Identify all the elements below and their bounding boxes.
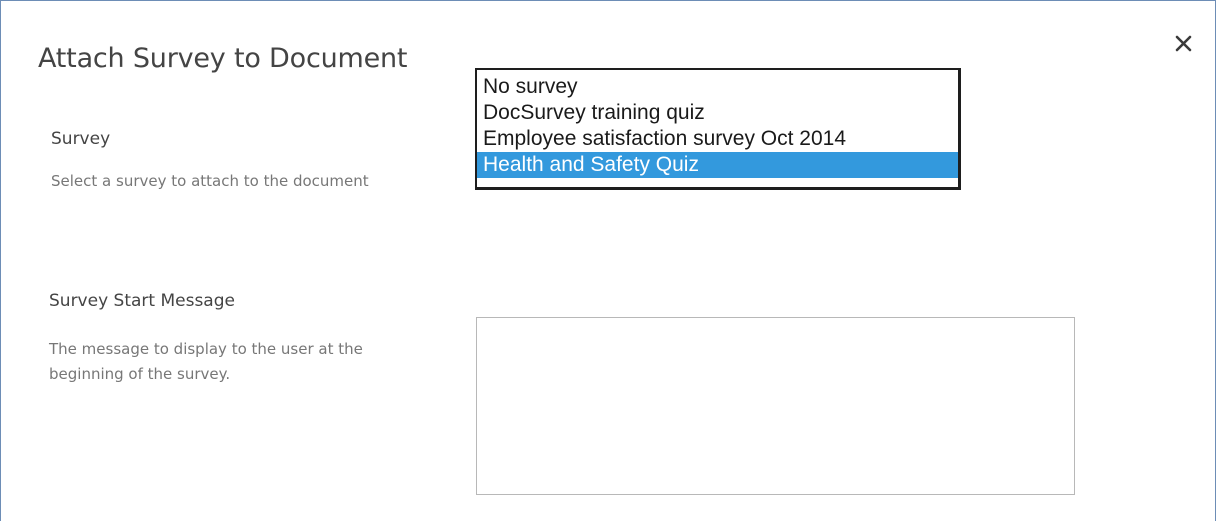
survey-select-dropdown[interactable]: No survey DocSurvey training quiz Employ… bbox=[475, 68, 961, 190]
survey-option-health-and-safety-quiz[interactable]: Health and Safety Quiz bbox=[477, 152, 958, 178]
start-message-textarea[interactable] bbox=[476, 317, 1075, 495]
survey-label: Survey bbox=[51, 129, 111, 149]
survey-option-docsurvey-training-quiz[interactable]: DocSurvey training quiz bbox=[477, 100, 958, 126]
start-message-description: The message to display to the user at th… bbox=[49, 340, 363, 383]
close-icon bbox=[1171, 31, 1201, 61]
start-message-label: Survey Start Message bbox=[49, 291, 235, 311]
survey-option-employee-satisfaction[interactable]: Employee satisfaction survey Oct 2014 bbox=[477, 126, 958, 152]
dialog-title: Attach Survey to Document bbox=[38, 43, 408, 74]
attach-survey-dialog: Attach Survey to Document Survey Select … bbox=[0, 0, 1216, 521]
survey-option-no-survey[interactable]: No survey bbox=[477, 74, 958, 100]
survey-description: Select a survey to attach to the documen… bbox=[51, 172, 369, 190]
close-button[interactable] bbox=[1171, 31, 1201, 61]
